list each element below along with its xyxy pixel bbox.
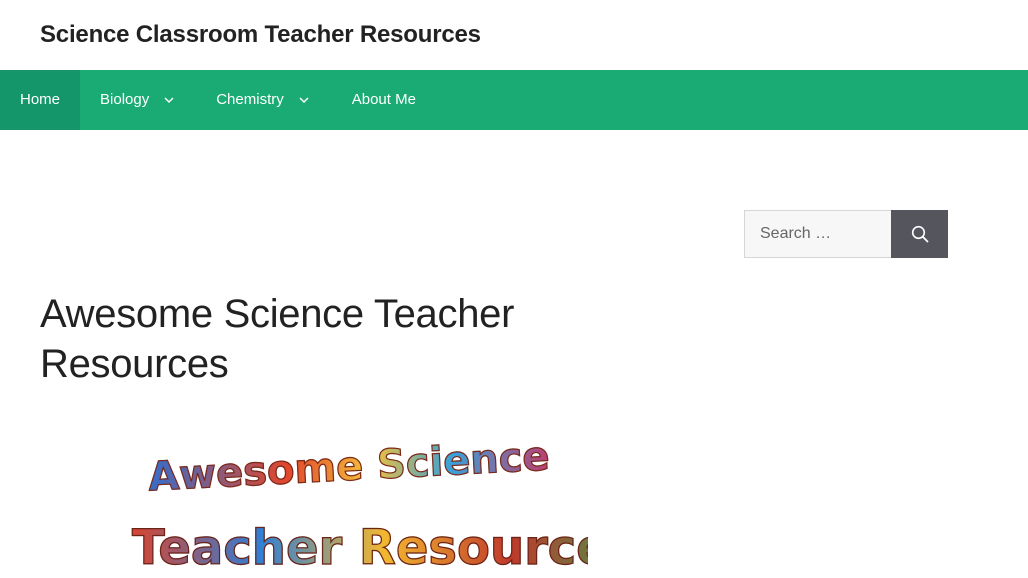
search-button[interactable] (891, 210, 948, 258)
nav-item-chemistry[interactable]: Chemistry (195, 70, 330, 130)
nav-item-biology[interactable]: Biology (80, 70, 195, 130)
chevron-down-icon[interactable] (298, 94, 310, 106)
nav-item-label: Chemistry (216, 91, 284, 108)
nav-item-label: Biology (100, 91, 150, 108)
site-header: Science Classroom Teacher Resources (0, 0, 1028, 70)
hero-image-line-2: Teacher Resources (131, 519, 588, 576)
nav-item-label: Home (20, 91, 61, 108)
main-navigation: Home Biology Chemistry About Me (0, 70, 1028, 130)
search-form (744, 210, 948, 258)
nav-item-about-me[interactable]: About Me (330, 70, 436, 130)
chevron-down-icon[interactable] (163, 94, 175, 106)
site-title[interactable]: Science Classroom Teacher Resources (40, 20, 481, 50)
page-title: Awesome Science Teacher Resources (40, 292, 515, 386)
nav-item-label: About Me (351, 91, 416, 108)
search-icon (911, 225, 929, 243)
search-input[interactable] (744, 210, 891, 258)
hero-image: Awesome Science Teacher Resources (128, 438, 588, 578)
nav-item-home[interactable]: Home (0, 70, 81, 130)
